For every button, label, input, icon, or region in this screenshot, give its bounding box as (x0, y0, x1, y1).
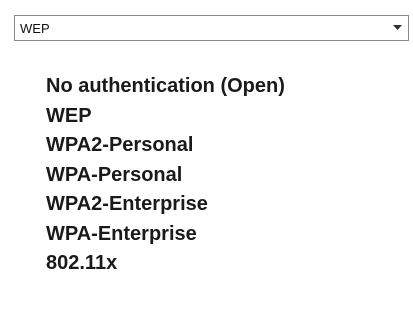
select-value: WEP (20, 20, 50, 36)
security-mode-select[interactable]: WEP (14, 15, 409, 41)
option-wpa2-personal[interactable]: WPA2-Personal (46, 131, 285, 161)
option-no-authentication-open[interactable]: No authentication (Open) (46, 72, 285, 102)
option-wpa-personal[interactable]: WPA-Personal (46, 161, 285, 191)
security-mode-options: No authentication (Open) WEP WPA2-Person… (46, 72, 285, 279)
option-802-11x[interactable]: 802.11x (46, 249, 285, 279)
option-wpa2-enterprise[interactable]: WPA2-Enterprise (46, 190, 285, 220)
dropdown-arrow-icon[interactable] (386, 16, 408, 40)
option-wep[interactable]: WEP (46, 102, 285, 132)
option-wpa-enterprise[interactable]: WPA-Enterprise (46, 220, 285, 250)
